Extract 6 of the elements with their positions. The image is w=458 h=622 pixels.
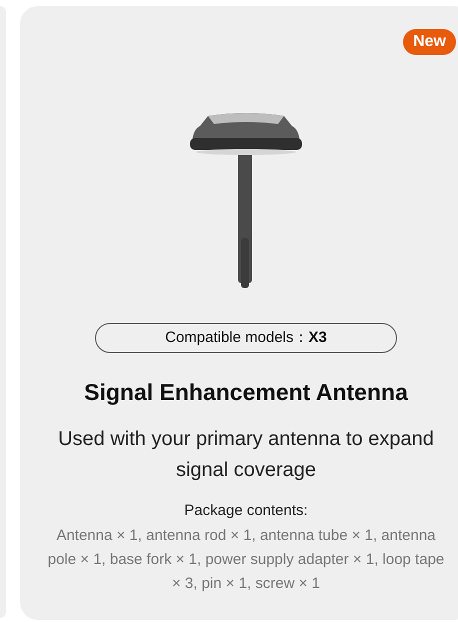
product-title: Signal Enhancement Antenna [84,378,408,407]
compatibility-pill: Compatible models：X3 [95,323,397,353]
new-badge: New [403,29,456,55]
product-subtitle: Used with your primary antenna to expand signal coverage [57,426,435,482]
package-heading: Package contents: [184,500,308,520]
package-contents: Antenna × 1, antenna rod × 1, antenna tube × 1, antenna pole × 1, base fork × 1, power supply adapter × 1, loop tape × 3, pin × 1, screw × 1 [46,526,446,594]
